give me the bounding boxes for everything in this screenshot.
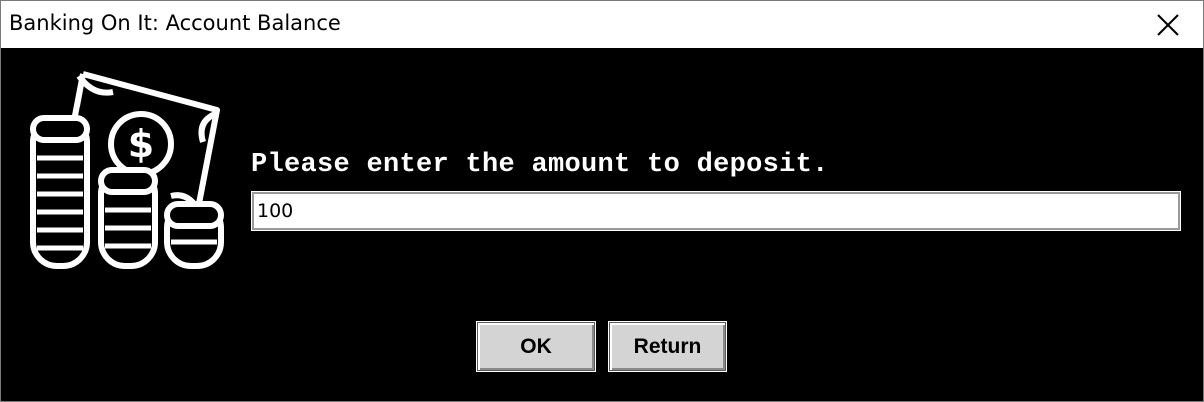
close-icon — [1157, 13, 1179, 36]
dialog-content: $ Please enter the amount to deposit. 10… — [1, 48, 1203, 401]
window-title: Banking On It: Account Balance — [9, 11, 341, 35]
ok-button[interactable]: OK — [476, 321, 596, 372]
deposit-prompt: Please enter the amount to deposit. — [251, 150, 829, 180]
dialog-window: Banking On It: Account Balance $ Please … — [0, 0, 1204, 402]
return-button[interactable]: Return — [608, 321, 727, 372]
svg-text:$: $ — [128, 122, 154, 166]
amount-input[interactable] — [251, 191, 1181, 231]
money-coins-icon: $ — [30, 71, 224, 269]
title-bar: Banking On It: Account Balance — [1, 1, 1203, 48]
close-button[interactable] — [1133, 1, 1203, 48]
